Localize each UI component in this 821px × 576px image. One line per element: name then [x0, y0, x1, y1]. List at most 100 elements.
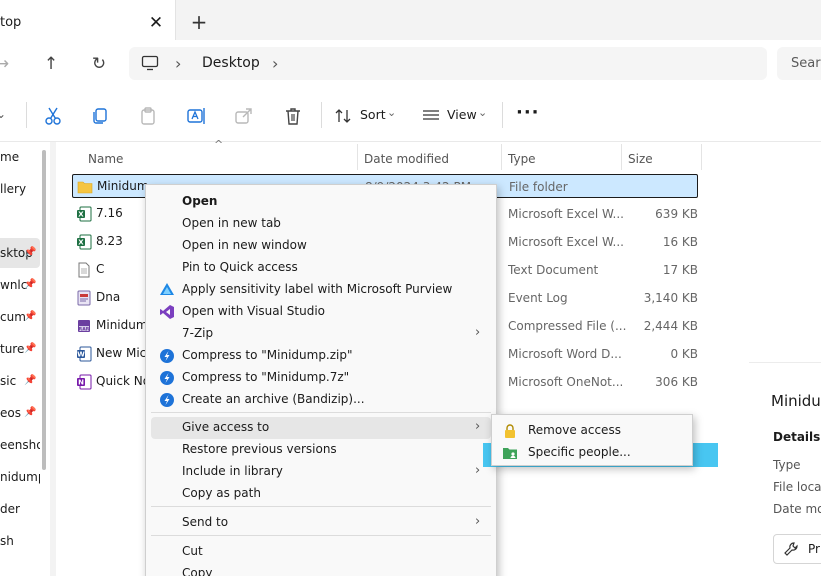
svg-text:RAR: RAR	[79, 326, 90, 332]
menu-item-compress-to-minidump-7z[interactable]: Compress to "Minidump.7z"	[151, 367, 491, 389]
paste-icon[interactable]	[137, 105, 159, 127]
menu-item-send-to[interactable]: Send to ›	[151, 512, 491, 534]
menu-item-open-in-new-tab[interactable]: Open in new tab	[151, 213, 491, 235]
sidebar-item-eensho[interactable]: eensho	[0, 430, 40, 460]
sidebar-item-label: eensho	[0, 438, 40, 452]
sidebar-item-sh[interactable]: sh	[0, 526, 40, 556]
sidebar-item-nidump[interactable]: nidump	[0, 462, 40, 492]
sidebar-item-label: cum	[0, 310, 26, 324]
cut-icon[interactable]	[42, 105, 64, 127]
file-size: 0 KB	[670, 347, 698, 361]
context-menu: Open Open in new tab Open in new window Pin…	[145, 184, 497, 576]
sidebar-item-cum[interactable]: cum 📌	[0, 302, 40, 332]
search-box[interactable]: Searc	[777, 47, 821, 80]
toolbar-divider	[321, 102, 322, 128]
menu-item-give-access-to[interactable]: Give access to ›	[151, 417, 491, 439]
excel-icon: X	[76, 206, 92, 222]
breadcrumb-chevron[interactable]: ›	[175, 47, 181, 80]
details-section-heading: Details	[773, 430, 821, 444]
share-icon[interactable]	[233, 105, 255, 127]
view-label: View	[447, 107, 477, 122]
menu-item-pin-to-quick-access[interactable]: Pin to Quick access	[151, 257, 491, 279]
tab-title: top	[0, 15, 22, 30]
file-name: C	[96, 262, 105, 276]
properties-button[interactable]: Pr	[773, 534, 821, 564]
menu-item-create-an-archive-bandizip[interactable]: Create an archive (Bandizip)...	[151, 389, 491, 411]
command-bar: ⌄ Sort ⌄ View ⌄ ···	[0, 88, 821, 142]
sort-button[interactable]: Sort ⌄	[334, 105, 404, 127]
rename-icon[interactable]	[185, 105, 207, 127]
sidebar-item-sic[interactable]: sic 📌	[0, 366, 40, 396]
column-divider[interactable]	[501, 144, 502, 170]
column-header-type[interactable]: Type	[508, 148, 536, 170]
menu-item-open-with-visual-studio[interactable]: Open with Visual Studio	[151, 301, 491, 323]
menu-item-include-in-library[interactable]: Include in library ›	[151, 461, 491, 483]
pin-icon: 📌	[24, 343, 37, 354]
people-icon	[502, 445, 518, 461]
delete-icon[interactable]	[282, 105, 304, 127]
chevron-right-icon: ›	[475, 419, 481, 434]
sidebar-item-ture[interactable]: ture 📌	[0, 334, 40, 364]
menu-item-open-in-new-window[interactable]: Open in new window	[151, 235, 491, 257]
sidebar-scrollbar[interactable]	[42, 150, 46, 470]
more-options-icon[interactable]: ···	[516, 102, 540, 123]
menu-item-cut[interactable]: Cut	[151, 541, 491, 563]
menu-item-copy[interactable]: Copy	[151, 563, 491, 576]
menu-item-restore-previous-versions[interactable]: Restore previous versions	[151, 439, 491, 461]
menu-item-compress-to-minidump-zip[interactable]: Compress to "Minidump.zip"	[151, 345, 491, 367]
up-icon[interactable]: ↑	[39, 52, 63, 76]
sidebar-item-sktop[interactable]: sktop 📌	[0, 238, 40, 268]
file-name: 7.16	[96, 206, 123, 220]
menu-item-open[interactable]: Open	[151, 191, 491, 213]
new-tab-button[interactable]: +	[189, 10, 209, 34]
close-tab-icon[interactable]: ✕	[146, 12, 166, 34]
menu-item-label: Copy	[182, 566, 213, 576]
column-header-name[interactable]: Name	[88, 148, 123, 170]
sidebar-item-me[interactable]: me	[0, 142, 40, 172]
excel-icon: X	[76, 234, 92, 250]
breadcrumb-desktop[interactable]: Desktop	[202, 47, 260, 80]
chevron-right-icon: ›	[475, 514, 481, 529]
file-size: 17 KB	[662, 263, 698, 277]
breadcrumb-chevron[interactable]: ›	[272, 47, 278, 80]
submenu-item-remove-access[interactable]: Remove access	[492, 419, 692, 441]
menu-item-7-zip[interactable]: 7-Zip ›	[151, 323, 491, 345]
forward-icon[interactable]: →	[0, 52, 14, 76]
submenu-item-specific-people[interactable]: Specific people...	[492, 441, 692, 463]
sidebar-item-eos[interactable]: eos 📌	[0, 398, 40, 428]
column-header-size[interactable]: Size	[628, 148, 653, 170]
folder-icon	[77, 179, 93, 195]
sidebar-item-wnlc[interactable]: wnlc 📌	[0, 270, 40, 300]
menu-separator	[151, 535, 491, 536]
new-dropdown-chevron-icon[interactable]: ⌄	[0, 107, 6, 121]
toolbar-divider	[26, 102, 27, 128]
menu-item-label: Open in new window	[182, 238, 307, 252]
column-header-date[interactable]: Date modified	[364, 148, 449, 170]
menu-item-apply-sensitivity-label-with-microsoft-purview[interactable]: Apply sensitivity label with Microsoft P…	[151, 279, 491, 301]
svg-text:W: W	[77, 351, 85, 359]
file-name: Minidum	[97, 179, 149, 193]
svg-text:X: X	[78, 211, 84, 219]
address-bar[interactable]: › Desktop ›	[129, 47, 767, 80]
refresh-icon[interactable]: ↻	[87, 52, 111, 76]
menu-item-copy-as-path[interactable]: Copy as path	[151, 483, 491, 505]
column-divider[interactable]	[621, 144, 622, 170]
sidebar-item-label: der	[0, 502, 20, 516]
menu-item-label: Open	[182, 194, 218, 208]
bandizip-icon	[159, 348, 175, 364]
copy-icon[interactable]	[89, 105, 111, 127]
file-type: Microsoft Excel W...	[508, 235, 624, 249]
sidebar-item-label: nidump	[0, 470, 40, 484]
bandizip-icon	[159, 370, 175, 386]
this-pc-icon	[141, 55, 159, 71]
sidebar-item-llery[interactable]: llery	[0, 174, 40, 204]
details-pane: Minidun Details Type File locat Date mod…	[749, 142, 821, 576]
sidebar-item-label: me	[0, 150, 20, 164]
column-divider[interactable]	[701, 144, 702, 170]
give-access-submenu: Remove access Specific people...	[491, 414, 693, 466]
view-button[interactable]: View ⌄	[422, 105, 492, 127]
sidebar-item-der[interactable]: der	[0, 494, 40, 524]
file-name: Quick No	[96, 374, 151, 388]
column-divider[interactable]	[357, 144, 358, 170]
toolbar-divider	[502, 102, 503, 128]
